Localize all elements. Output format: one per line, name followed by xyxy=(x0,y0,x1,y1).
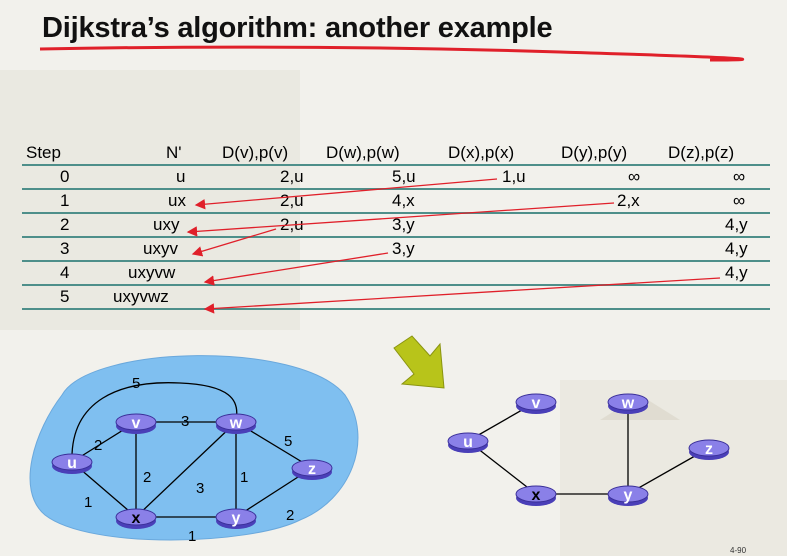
node-label: u xyxy=(463,434,473,451)
weight-label: 2 xyxy=(143,469,151,486)
tree-node-z: z xyxy=(688,439,730,460)
tree-node-v: v xyxy=(515,393,557,414)
weight-label: 2 xyxy=(94,437,102,454)
node-label: w xyxy=(229,415,243,432)
weight-label: 1 xyxy=(240,469,248,486)
node-label: v xyxy=(132,415,141,432)
router-node-z: z xyxy=(291,459,333,480)
node-label: w xyxy=(621,395,635,412)
weight-label: 3 xyxy=(181,413,189,430)
router-node-x: x xyxy=(115,508,157,529)
weight-label: 5 xyxy=(284,433,292,450)
network-cloud xyxy=(29,355,359,541)
node-label: u xyxy=(67,455,77,472)
tree-node-x: x xyxy=(515,485,557,506)
network-graph: 5 2 3 5 1 2 3 1 1 2 u v w x y z v w u z … xyxy=(29,335,730,545)
router-node-u: u xyxy=(51,453,93,474)
node-label: x xyxy=(532,487,541,504)
router-node-y: y xyxy=(215,508,257,529)
slide-number: 4-90 xyxy=(730,546,747,555)
weight-label: 1 xyxy=(188,528,196,545)
weight-label: 2 xyxy=(286,507,294,524)
arrow-icon xyxy=(393,335,445,389)
router-node-v: v xyxy=(115,413,157,434)
weight-label: 3 xyxy=(196,480,204,497)
node-label: x xyxy=(132,510,141,527)
tree-node-u: u xyxy=(447,432,489,453)
router-node-w: w xyxy=(215,413,257,434)
tree-node-y: y xyxy=(607,485,649,506)
node-label: v xyxy=(532,395,541,412)
weight-label: 1 xyxy=(84,494,92,511)
tree-node-w: w xyxy=(607,393,649,414)
node-label: y xyxy=(232,510,241,527)
node-label: z xyxy=(705,441,713,458)
node-label: y xyxy=(624,487,633,504)
weight-label: 5 xyxy=(132,375,140,392)
node-label: z xyxy=(308,461,316,478)
